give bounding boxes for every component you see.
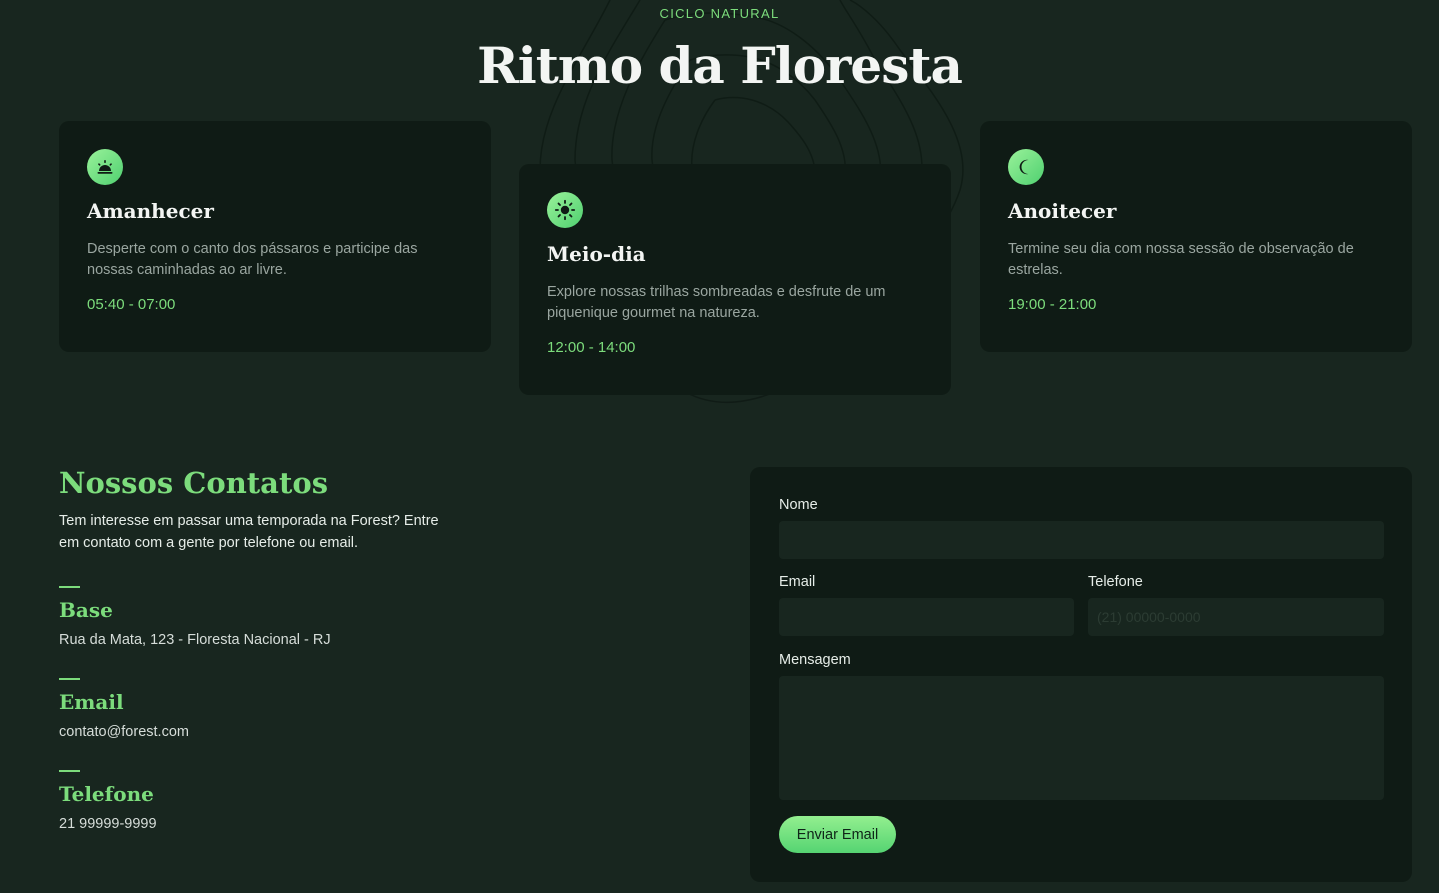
moon-icon xyxy=(1008,149,1044,185)
contact-label: Base xyxy=(59,598,113,622)
contact-form: Nome Email Telefone Mensagem Enviar Emai… xyxy=(750,467,1412,882)
message-field[interactable] xyxy=(779,676,1384,800)
card-description: Desperte com o canto dos pássaros e part… xyxy=(87,241,418,278)
phone-label: Telefone xyxy=(1088,574,1143,590)
card-time: 05:40 - 07:00 xyxy=(87,296,176,313)
send-email-button[interactable]: Enviar Email xyxy=(779,816,896,853)
contacts-title: Nossos Contatos xyxy=(59,466,329,500)
contact-value[interactable]: 21 99999-9999 xyxy=(59,816,559,832)
name-label: Nome xyxy=(779,497,818,513)
sun-icon xyxy=(547,192,583,228)
card-description: Termine seu dia com nossa sessão de obse… xyxy=(1008,241,1354,278)
contact-item-base: Base Rua da Mata, 123 - Floresta Naciona… xyxy=(59,586,559,648)
card-time: 12:00 - 14:00 xyxy=(547,339,636,356)
divider xyxy=(59,678,80,680)
email-field[interactable] xyxy=(779,598,1074,636)
divider xyxy=(59,586,80,588)
message-label: Mensagem xyxy=(779,652,851,668)
contact-label: Telefone xyxy=(59,782,154,806)
card-title: Amanhecer xyxy=(87,199,214,223)
page-title: Ritmo da Floresta xyxy=(477,36,963,95)
email-label: Email xyxy=(779,574,816,590)
card-meio-dia: Meio-dia Explore nossas trilhas sombread… xyxy=(519,164,951,395)
card-title: Meio-dia xyxy=(547,242,646,266)
card-description: Explore nossas trilhas sombreadas e desf… xyxy=(547,284,886,321)
contact-item-email: Email contato@forest.com xyxy=(59,678,559,740)
sunrise-icon xyxy=(87,149,123,185)
contacts-section: Nossos Contatos Tem interesse em passar … xyxy=(59,466,559,832)
card-anoitecer: Anoitecer Termine seu dia com nossa sess… xyxy=(980,121,1412,352)
divider xyxy=(59,770,80,772)
contacts-intro: Tem interesse em passar uma temporada na… xyxy=(59,513,439,551)
contact-value: Rua da Mata, 123 - Floresta Nacional - R… xyxy=(59,632,331,648)
name-field[interactable] xyxy=(779,521,1384,559)
card-amanhecer: Amanhecer Desperte com o canto dos pássa… xyxy=(59,121,491,352)
contact-value[interactable]: contato@forest.com xyxy=(59,724,559,740)
section-eyebrow: CICLO NATURAL xyxy=(659,6,780,21)
contact-label: Email xyxy=(59,690,124,714)
card-title: Anoitecer xyxy=(1008,199,1117,223)
phone-field[interactable] xyxy=(1088,598,1384,636)
card-time: 19:00 - 21:00 xyxy=(1008,296,1097,313)
contact-item-telefone: Telefone 21 99999-9999 xyxy=(59,770,559,832)
